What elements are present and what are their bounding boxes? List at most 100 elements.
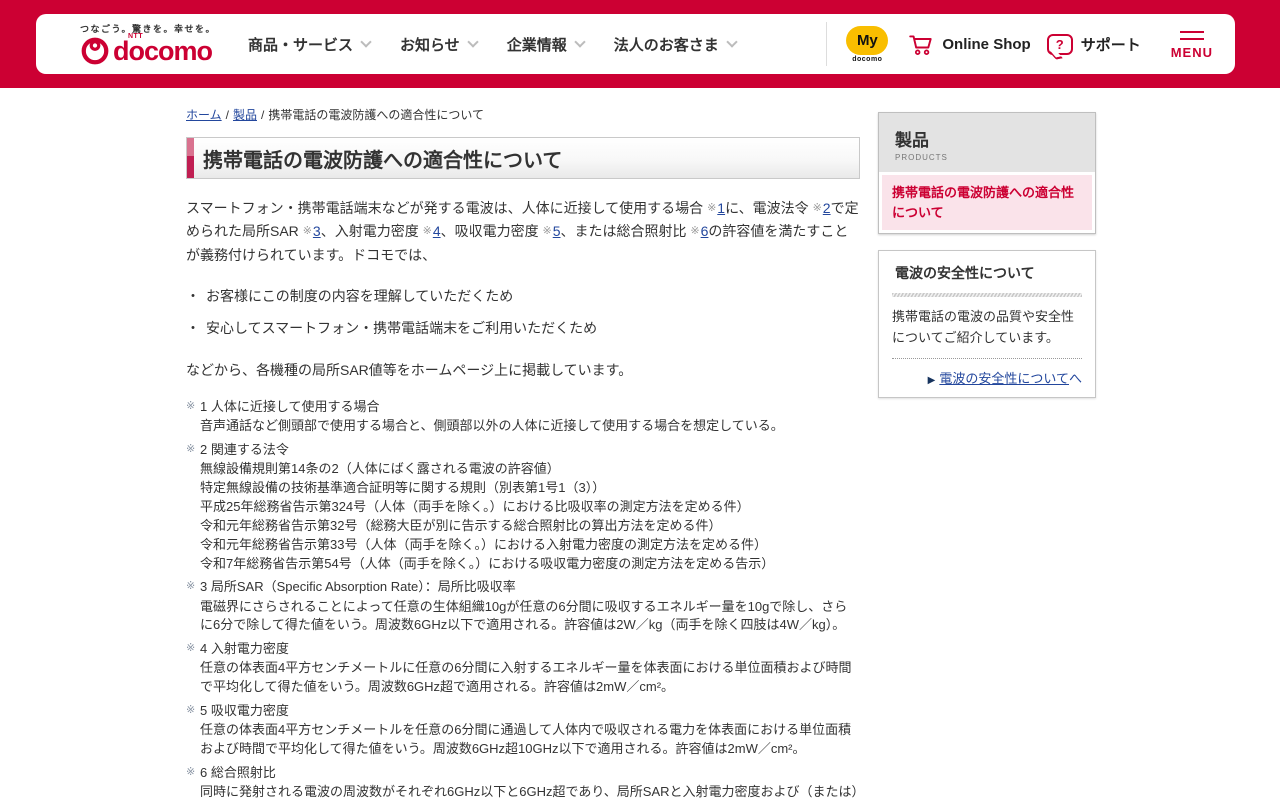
site-header: つなごう。驚きを。幸せを。 docomo NTT 商品・サービス お知らせ 企業… [0,0,1280,88]
footnote-description: 令和元年総務省告示第32号（総務大臣が別に告示する総合照射比の算出方法を定める件… [200,517,722,533]
safety-card-body: 携帯電話の電波の品質や安全性についてご紹介しています。 [892,309,1075,346]
asterisk-mark: ※ [186,400,196,413]
purpose-list: ・ お客様にこの制度の内容を理解していただくため ・ 安心してスマートフォン・携… [186,286,860,338]
footnote-description: 令和7年総務省告示第54号（人体（両手を除く。）における吸収電力密度の測定方法を… [200,555,775,571]
asterisk-mark: ※ [186,704,196,717]
main-navigation: 商品・サービス お知らせ 企業情報 法人のお客さま [247,34,738,55]
products-title: 製品 [895,131,929,150]
cart-icon [909,35,933,55]
brand-tagline: つなごう。驚きを。幸せを。 [80,24,216,34]
docomo-mark-icon [81,37,109,65]
products-card-header: 製品 PRODUCTS [879,113,1095,172]
nav-item[interactable]: お知らせ [399,34,479,55]
ntt-label: NTT [128,33,144,40]
arrow-right-icon: ▶ [927,375,936,387]
hamburger-icon [1179,30,1204,33]
footnote-ref-link-4[interactable]: 4 [433,223,441,239]
footnote-title: 5 吸収電力密度 [200,703,289,719]
footnote-item: ※ 2 関連する法令 無線設備規則第14条の2（人体にばく露される電波の許容値）… [186,441,860,573]
divider [892,293,1082,297]
menu-label: MENU [1170,45,1213,60]
footnote-description: 平成25年総務省告示第324号（人体（両手を除く。）における比吸収率の測定方法を… [200,499,750,515]
footnote-title: 4 入射電力密度 [200,641,289,657]
asterisk-mark: ※ [186,443,196,456]
online-shop-label: Online Shop [942,35,1031,53]
footnote-description: 特定無線設備の技術基準適合証明等に関する規則（別表第1号1（3）） [200,480,606,496]
article-column: ホーム / 製品 / 携帯電話の電波防護への適合性について 携帯電話の電波防護への適合性… [186,106,860,800]
nav-item[interactable]: 法人のお客さま [613,34,738,55]
nav-item-label: お知らせ [399,36,460,54]
list-item: ・ お客様にこの制度の内容を理解していただくため [186,288,514,305]
footnote-ref-link-5[interactable]: 5 [553,223,561,239]
ref-mark: ※ [542,225,552,238]
asterisk-mark: ※ [186,642,196,655]
asterisk-mark: ※ [186,766,196,779]
footnote-description: 同時に発射される電波の周波数がそれぞれ6GHz以下と6GHz超であり、局所SAR… [200,784,859,800]
products-subtitle: PRODUCTS [895,153,948,162]
safety-card: 電波の安全性について 携帯電話の電波の品質や安全性についてご紹介しています。 ▶… [878,250,1096,399]
breadcrumb-current: 携帯電話の電波防護への適合性について [268,108,484,122]
ref-mark: ※ [422,225,432,238]
outro-paragraph: などから、各機種の局所SAR値等をホームページ上に掲載しています。 [186,362,633,379]
footnote-list: ※ 1 人体に近接して使用する場合 音声通話など側頭部で使用する場合と、側頭部以… [186,398,860,800]
footnote-title: 1 人体に近接して使用する場合 [200,399,380,415]
chevron-down-icon [726,35,738,48]
footnote-title: 2 関連する法令 [200,442,289,458]
asterisk-mark: ※ [186,580,196,593]
footnote-item: ※ 5 吸収電力密度 任意の体表面4平方センチメートルを任意の6分間に通過して人… [186,702,860,759]
chevron-down-icon [574,35,586,48]
docomo-logo[interactable]: つなごう。驚きを。幸せを。 docomo NTT [80,22,216,66]
safety-card-title: 電波の安全性について [895,265,1035,281]
breadcrumb: ホーム / 製品 / 携帯電話の電波防護への適合性について [186,108,484,122]
page-body: ホーム / 製品 / 携帯電話の電波防護への適合性について 携帯電話の電波防護への適合性… [0,88,1280,800]
footnote-item: ※ 3 局所SAR（Specific Absorption Rate）：局所比吸… [186,578,860,635]
header-utilities: My docomo Online Shop ? サポート MENU [826,22,1213,66]
footnote-item: ※ 6 総合照射比 同時に発射される電波の周波数がそれぞれ6GHz以下と6GHz… [186,764,860,800]
intro-paragraph: スマートフォン・携帯電話端末などが発する電波は、人体に近接して使用する場合 ※1… [186,200,859,263]
footnote-ref-link-2[interactable]: 2 [823,200,831,216]
divider [826,22,828,66]
ref-mark: ※ [812,202,822,214]
chevron-down-icon [360,35,372,48]
breadcrumb-link-products[interactable]: 製品 [233,108,257,122]
list-item: ・ 安心してスマートフォン・携帯電話端末をご利用いただくため [186,320,598,337]
chevron-down-icon [467,35,479,48]
ref-mark: ※ [707,202,717,214]
menu-button[interactable]: MENU [1171,28,1213,60]
footnote-ref-link-1[interactable]: 1 [717,200,725,216]
nav-item[interactable]: 商品・サービス [247,34,372,55]
sidebar-item-current[interactable]: 携帯電話の電波防護への適合性について [882,175,1092,230]
safety-link[interactable]: 電波の安全性について [939,371,1069,386]
nav-item-label: 企業情報 [506,36,567,54]
support-button[interactable]: ? サポート [1046,33,1141,55]
ref-mark: ※ [302,225,312,238]
page-title: 携帯電話の電波防護への適合性について [203,149,563,172]
nav-item-label: 商品・サービス [247,36,353,54]
my-docomo-badge: My [846,25,889,55]
products-card: 製品 PRODUCTS 携帯電話の電波防護への適合性について [878,112,1096,234]
online-shop-button[interactable]: Online Shop [907,31,1031,57]
sidebar: 製品 PRODUCTS 携帯電話の電波防護への適合性について 電波の安全性につい… [878,106,1096,800]
footnote-title: 3 局所SAR（Specific Absorption Rate）：局所比吸収率 [200,579,516,595]
safety-link-row: ▶ 電波の安全性についてへ [892,358,1082,387]
nav-item[interactable]: 企業情報 [506,34,586,55]
footnote-description: 音声通話など側頭部で使用する場合と、側頭部以外の人体に近接して使用する場合を想定… [200,418,784,434]
footnote-ref-link-3[interactable]: 3 [313,223,321,239]
footnote-description: 電磁界にさらされることによって任意の生体組織10gが任意の6分間に吸収するエネル… [200,598,848,633]
header-card: つなごう。驚きを。幸せを。 docomo NTT 商品・サービス お知らせ 企業… [36,14,1235,74]
footnote-description: 任意の体表面4平方センチメートルに任意の6分間に入射するエネルギー量を体表面にお… [200,660,852,695]
ref-mark: ※ [690,225,700,238]
footnote-description: 任意の体表面4平方センチメートルを任意の6分間に通過して人体内で吸収される電力を… [200,722,852,757]
footnote-item: ※ 1 人体に近接して使用する場合 音声通話など側頭部で使用する場合と、側頭部以… [186,398,860,436]
title-accent-bar [187,138,194,178]
docomo-wordmark: docomo [113,35,213,66]
page-title-box: 携帯電話の電波防護への適合性について [186,137,860,179]
breadcrumb-link-home[interactable]: ホーム [186,108,222,122]
question-bubble-icon: ? [1046,33,1073,55]
support-label: サポート [1080,36,1141,54]
my-docomo-button[interactable]: My docomo [843,25,891,63]
footnote-item: ※ 4 入射電力密度 任意の体表面4平方センチメートルに任意の6分間に入射するエ… [186,640,860,697]
nav-item-label: 法人のお客さま [613,36,719,54]
footnote-title: 6 総合照射比 [200,765,276,781]
footnote-description: 令和元年総務省告示第33号（人体（両手を除く。）における入射電力密度の測定方法を… [200,536,767,552]
